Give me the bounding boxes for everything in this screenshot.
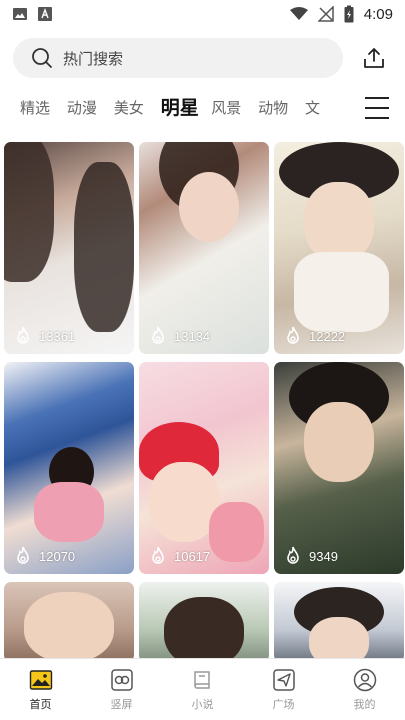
tab-list: 精选 动漫 美女 明星 风景 动物 文 [0,90,352,126]
popularity: 13134 [148,326,210,346]
status-bar: 4:09 [0,0,405,28]
nav-label: 广场 [272,697,295,711]
view-count: 9349 [309,548,338,564]
share-button[interactable] [360,44,388,72]
menu-button[interactable] [365,96,389,120]
tab-wen[interactable]: 文 [305,90,352,126]
status-left [12,7,52,21]
tab-jingxuan[interactable]: 精选 [20,90,67,126]
portrait-screen-icon [110,668,133,691]
view-count: 12222 [309,328,346,344]
wallpaper-card[interactable]: 12070 [4,362,134,574]
fire-icon [287,326,299,344]
wifi-icon [289,7,308,20]
wallpaper-card[interactable]: 12222 [274,142,404,354]
photo-shape [24,592,114,662]
wallpaper-card[interactable] [274,582,404,662]
photo-shape [179,172,239,242]
tab-mingxing[interactable]: 明星 [161,90,212,126]
home-image-icon [29,669,52,690]
nav-novel[interactable]: 小说 [173,668,233,712]
battery-charging-icon [344,5,354,23]
photo-shape [209,502,264,562]
nav-portrait[interactable]: 竖屏 [92,668,152,712]
wallpaper-grid: 13361 13134 12222 12070 10617 9349 [4,142,404,662]
photo-shape [164,597,244,662]
status-right: 4:09 [289,5,393,23]
bottom-nav: 首页 竖屏 小说 广场 我的 [0,658,405,720]
popularity: 12070 [13,546,75,566]
photo-shape [304,182,374,262]
fire-icon [152,326,164,344]
nav-label: 首页 [29,697,52,711]
image-icon [13,8,27,20]
menu-bar [365,117,389,119]
book-icon [193,670,210,689]
nav-square[interactable]: 广场 [254,668,314,712]
nav-mine[interactable]: 我的 [335,668,395,712]
tab-fengjing[interactable]: 风景 [211,90,258,126]
menu-bar [365,97,389,99]
fire-icon [287,546,299,564]
view-count: 10617 [174,548,211,564]
popularity: 10617 [148,546,210,566]
fire-icon [152,546,164,564]
popularity: 12222 [283,326,345,346]
search-icon [32,48,52,68]
tab-dongman[interactable]: 动漫 [67,90,114,126]
view-count: 13361 [39,328,76,344]
category-tabs: 精选 动漫 美女 明星 风景 动物 文 [0,88,405,128]
wallpaper-card[interactable] [139,582,269,662]
no-signal-icon [317,6,334,22]
status-time: 4:09 [363,5,393,23]
photo-shape [294,252,389,332]
wallpaper-card[interactable]: 13134 [139,142,269,354]
search-input[interactable]: 热门搜索 [13,38,343,78]
photo-shape [34,482,104,542]
nav-label: 竖屏 [110,697,133,711]
nav-label: 我的 [353,697,376,711]
text-a-icon [38,7,52,21]
view-count: 12070 [39,548,76,564]
photo-shape [74,162,134,332]
photo-shape [309,617,369,662]
wallpaper-card[interactable]: 13361 [4,142,134,354]
nav-label: 小说 [191,697,214,711]
popularity: 13361 [13,326,75,346]
photo-shape [304,402,374,482]
nav-home[interactable]: 首页 [11,668,71,712]
menu-bar [365,107,389,109]
paper-plane-icon [272,668,295,691]
tab-meinv[interactable]: 美女 [114,90,161,126]
wallpaper-card[interactable]: 10617 [139,362,269,574]
profile-icon [353,668,376,691]
wallpaper-card[interactable] [4,582,134,662]
popularity: 9349 [283,546,338,566]
view-count: 13134 [174,328,211,344]
search-row: 热门搜索 [13,38,392,78]
wallpaper-card[interactable]: 9349 [274,362,404,574]
tab-dongwu[interactable]: 动物 [258,90,305,126]
search-placeholder: 热门搜索 [63,49,124,68]
fire-icon [17,326,29,344]
fire-icon [17,546,29,564]
upload-share-icon [364,48,384,68]
photo-shape [4,142,54,282]
